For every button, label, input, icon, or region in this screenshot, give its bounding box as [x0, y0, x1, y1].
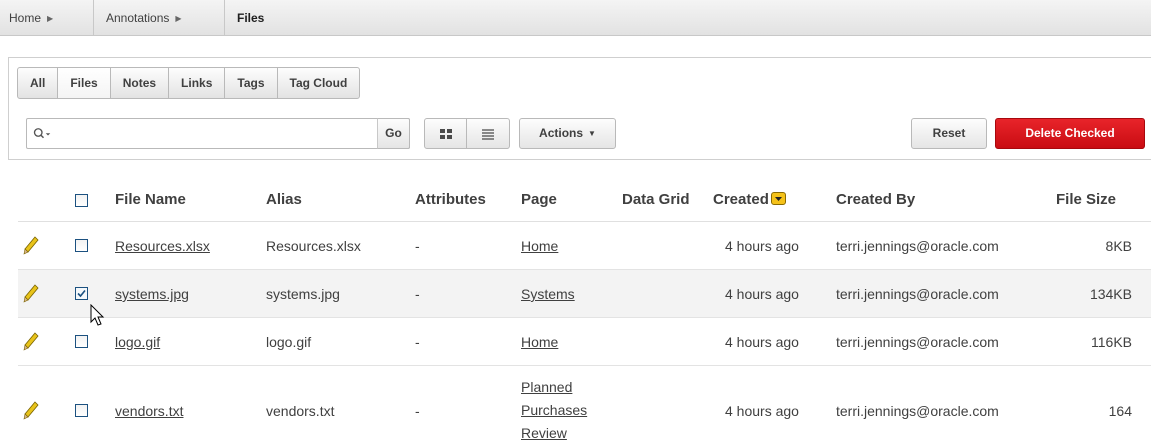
breadcrumb-label[interactable]: Annotations: [106, 11, 169, 25]
breadcrumb: Home ▶ Annotations ▶ Files: [0, 0, 1151, 36]
edit-pencil-icon[interactable]: [23, 332, 39, 352]
tab-notes[interactable]: Notes: [111, 68, 170, 98]
file-name-link[interactable]: logo.gif: [115, 333, 160, 351]
go-button[interactable]: Go: [377, 118, 410, 149]
file-name-link[interactable]: systems.jpg: [115, 285, 189, 303]
header-created[interactable]: Created: [713, 188, 786, 212]
sort-descending-icon[interactable]: [770, 192, 786, 205]
header-page[interactable]: Page: [521, 188, 557, 212]
grid-view-button[interactable]: [425, 119, 467, 148]
mouse-pointer-icon: [90, 304, 105, 326]
attributes-cell: -: [415, 238, 420, 254]
actions-menu-button[interactable]: Actions ▼: [519, 118, 616, 149]
created-cell: 4 hours ago: [725, 238, 799, 254]
tab-tag-cloud[interactable]: Tag Cloud: [278, 68, 360, 98]
search-box: [26, 118, 410, 149]
edit-pencil-icon[interactable]: [23, 236, 39, 256]
created-cell: 4 hours ago: [725, 286, 799, 302]
tab-files[interactable]: Files: [58, 68, 111, 98]
breadcrumb-current: Files: [237, 11, 265, 25]
attributes-cell: -: [415, 286, 420, 302]
alias-cell: vendors.txt: [266, 403, 335, 419]
page-link[interactable]: Home: [521, 333, 558, 351]
created-by-cell: terri.jennings@oracle.com: [836, 403, 999, 419]
table-row: [18, 366, 1151, 433]
grid-view-icon: [439, 128, 452, 139]
header-alias[interactable]: Alias: [266, 188, 302, 212]
caret-down-icon: ▼: [588, 129, 596, 138]
select-all-checkbox[interactable]: [75, 194, 88, 207]
file-size-cell: 164: [1108, 403, 1132, 419]
view-toggle-group: [424, 118, 510, 149]
header-attributes[interactable]: Attributes: [415, 188, 486, 212]
file-name-link[interactable]: Resources.xlsx: [115, 237, 210, 255]
alias-cell: Resources.xlsx: [266, 238, 361, 254]
breadcrumb-item-annotations[interactable]: Annotations ▶: [94, 0, 225, 36]
list-view-icon: [482, 128, 494, 140]
chevron-right-icon: ▶: [175, 14, 182, 23]
tab-tags[interactable]: Tags: [225, 68, 278, 98]
row-checkbox[interactable]: [75, 335, 88, 348]
header-file-name[interactable]: File Name: [115, 188, 186, 212]
edit-pencil-icon[interactable]: [23, 401, 39, 421]
search-input[interactable]: [77, 122, 401, 147]
header-file-size[interactable]: File Size: [1056, 188, 1116, 212]
created-by-cell: terri.jennings@oracle.com: [836, 286, 999, 302]
attributes-cell: -: [415, 334, 420, 350]
edit-pencil-icon[interactable]: [23, 284, 39, 304]
page-link[interactable]: Systems: [521, 285, 575, 303]
chevron-right-icon: ▶: [47, 14, 54, 23]
breadcrumb-item-home[interactable]: Home ▶: [0, 0, 94, 36]
page-link[interactable]: Home: [521, 237, 558, 255]
file-size-cell: 116KB: [1091, 334, 1132, 350]
header-created-by[interactable]: Created By: [836, 188, 915, 212]
page-link-line3[interactable]: Review: [521, 424, 567, 442]
breadcrumb-label[interactable]: Home: [9, 11, 41, 25]
header-created-label[interactable]: Created: [713, 191, 769, 208]
file-size-cell: 134KB: [1089, 286, 1132, 302]
tab-bar: All Files Notes Links Tags Tag Cloud: [17, 67, 361, 99]
checkmark-icon: [77, 289, 86, 298]
created-cell: 4 hours ago: [725, 403, 799, 419]
reset-button[interactable]: Reset: [911, 118, 987, 149]
header-data-grid[interactable]: Data Grid: [622, 188, 690, 212]
row-checkbox[interactable]: [75, 404, 88, 417]
row-checkbox-checked[interactable]: [75, 287, 88, 300]
attributes-cell: -: [415, 403, 420, 419]
page-link[interactable]: Planned: [521, 378, 572, 396]
file-size-cell: 8KB: [1105, 238, 1132, 254]
created-by-cell: terri.jennings@oracle.com: [836, 238, 999, 254]
delete-checked-button[interactable]: Delete Checked: [995, 118, 1145, 149]
alias-cell: logo.gif: [266, 334, 312, 350]
row-checkbox[interactable]: [75, 239, 88, 252]
alias-cell: systems.jpg: [266, 286, 340, 302]
list-view-button[interactable]: [467, 119, 509, 148]
actions-label[interactable]: Actions: [539, 126, 583, 140]
search-icon[interactable]: [33, 125, 51, 143]
file-name-link[interactable]: vendors.txt: [115, 402, 183, 420]
created-cell: 4 hours ago: [725, 334, 799, 350]
page-link-line2[interactable]: Purchases: [521, 401, 587, 419]
created-by-cell: terri.jennings@oracle.com: [836, 334, 999, 350]
tab-all[interactable]: All: [18, 68, 59, 98]
tab-links[interactable]: Links: [169, 68, 226, 98]
